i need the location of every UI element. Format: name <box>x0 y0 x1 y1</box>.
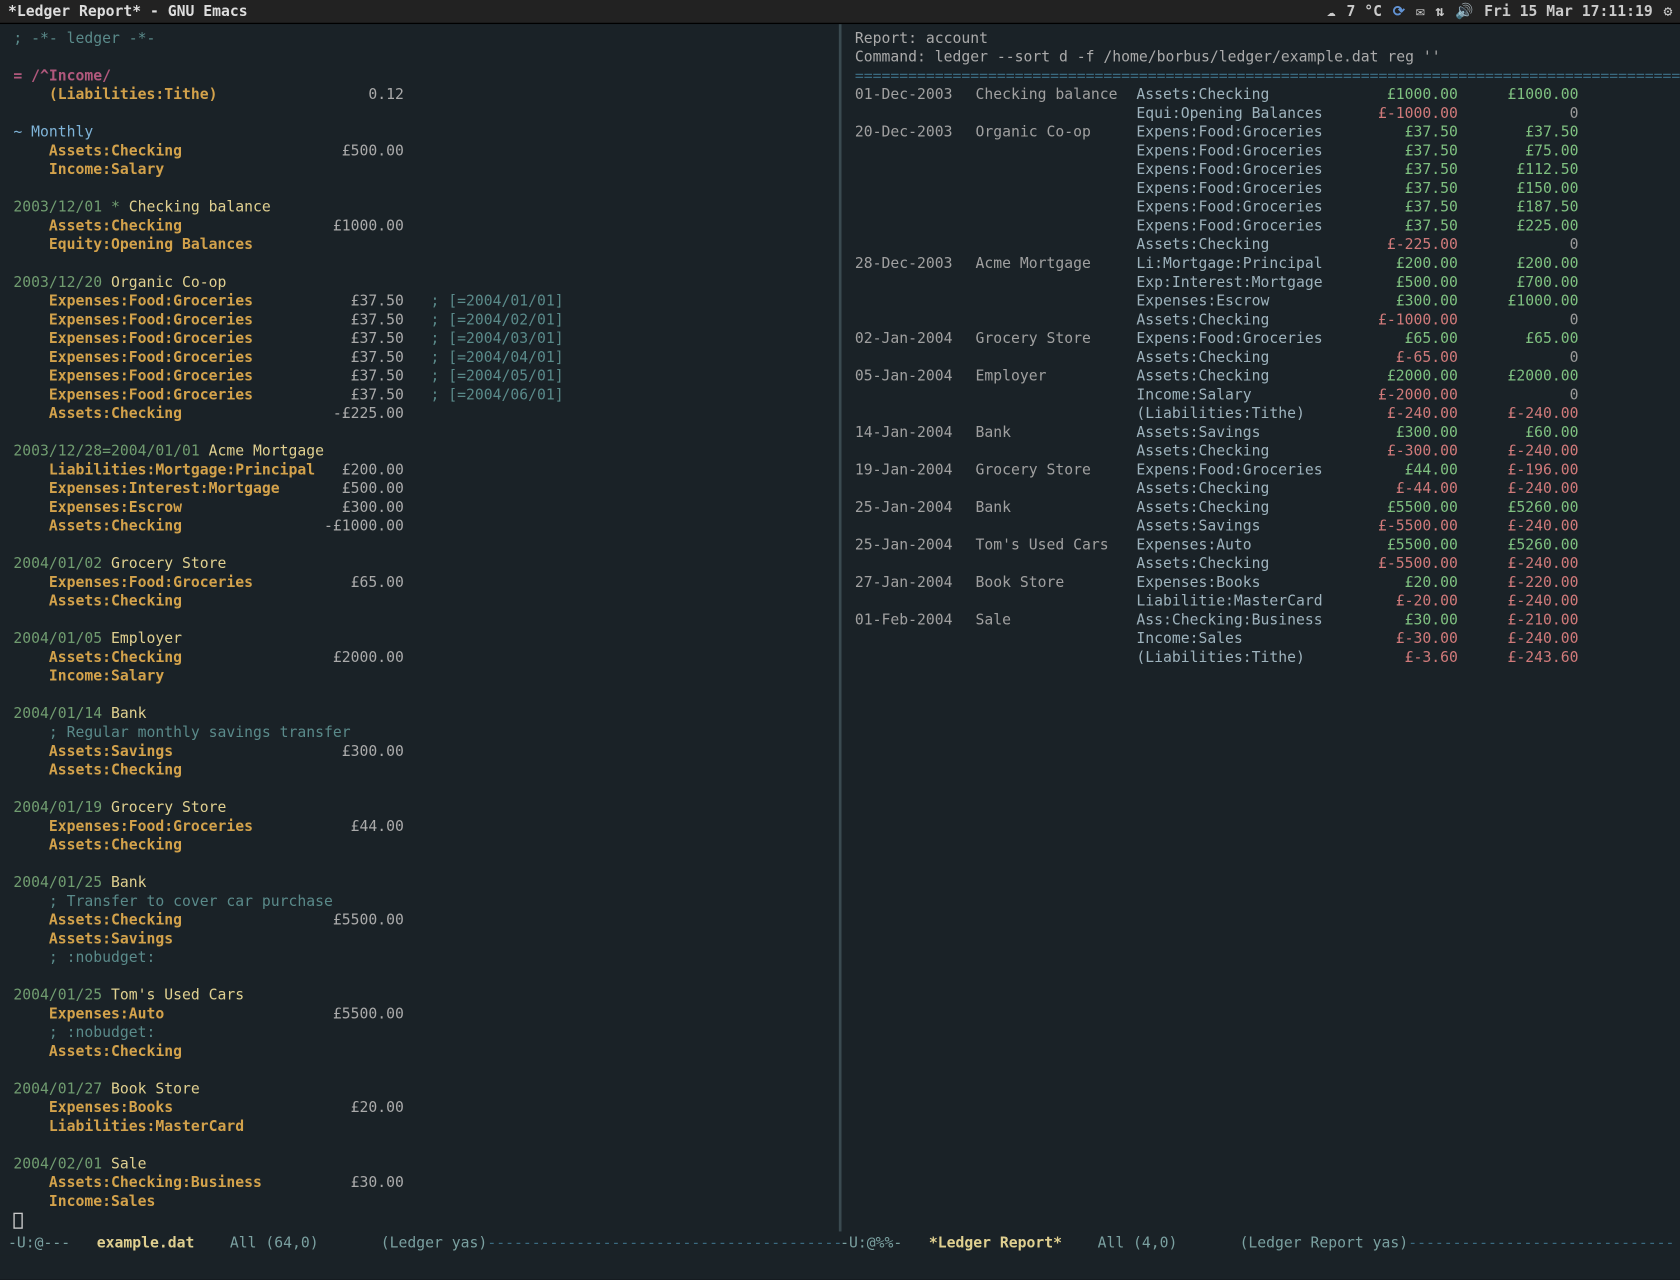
report-row: 20-Dec-2003Organic Co-opExpens:Food:Groc… <box>855 123 1672 142</box>
report-row: (Liabilities:Tithe)£-3.60£-243.60 <box>855 649 1672 668</box>
report-row: (Liabilities:Tithe)£-240.00£-240.00 <box>855 405 1672 424</box>
report-row: Expens:Food:Groceries£37.50£187.50 <box>855 198 1672 217</box>
clock-text: Fri 15 Mar 17:11:19 <box>1484 2 1653 21</box>
report-row: Liabilitie:MasterCard£-20.00£-240.00 <box>855 592 1672 611</box>
report-row: 25-Jan-2004Tom's Used CarsExpenses:Auto£… <box>855 536 1672 555</box>
report-row: 25-Jan-2004BankAssets:Checking£5500.00£5… <box>855 498 1672 517</box>
report-row: 02-Jan-2004Grocery StoreExpens:Food:Groc… <box>855 330 1672 349</box>
report-row: Assets:Savings£-5500.00£-240.00 <box>855 517 1672 536</box>
report-row: Expens:Food:Groceries£37.50£225.00 <box>855 217 1672 236</box>
weather-icon: ☁ <box>1327 2 1336 21</box>
weather-text: 7 °C <box>1347 2 1383 21</box>
report-row: Assets:Checking£-44.00£-240.00 <box>855 480 1672 499</box>
report-row: Assets:Checking£-300.00£-240.00 <box>855 442 1672 461</box>
report-row: 14-Jan-2004BankAssets:Savings£300.00£60.… <box>855 423 1672 442</box>
mode-line-left: -U:@--- example.dat All (64,0) (Ledger y… <box>8 1234 840 1255</box>
report-row: 01-Dec-2003Checking balanceAssets:Checki… <box>855 86 1672 105</box>
volume-icon[interactable]: 🔊 <box>1455 2 1473 21</box>
report-row: Income:Salary£-2000.000 <box>855 386 1672 405</box>
report-row: 19-Jan-2004Grocery StoreExpens:Food:Groc… <box>855 461 1672 480</box>
report-row: Expens:Food:Groceries£37.50£75.00 <box>855 142 1672 161</box>
report-row: Income:Sales£-30.00£-240.00 <box>855 630 1672 649</box>
system-tray: ☁ 7 °C ⟳ ✉ ⇅ 🔊 Fri 15 Mar 17:11:19 ⚙ <box>1327 2 1672 21</box>
report-row: Expens:Food:Groceries£37.50£112.50 <box>855 161 1672 180</box>
report-row: Assets:Checking£-225.000 <box>855 236 1672 255</box>
report-row: 01-Feb-2004SaleAss:Checking:Business£30.… <box>855 611 1672 630</box>
report-row: 27-Jan-2004Book StoreExpenses:Books£20.0… <box>855 574 1672 593</box>
gear-icon[interactable]: ⚙ <box>1663 2 1672 21</box>
network-icon[interactable]: ⇅ <box>1435 2 1444 21</box>
mode-line-right: -U:@%%- *Ledger Report* All (4,0) (Ledge… <box>840 1234 1672 1255</box>
minibuffer[interactable] <box>0 1256 1680 1280</box>
report-row: Expenses:Escrow£300.00£1000.00 <box>855 292 1672 311</box>
mail-icon[interactable]: ✉ <box>1416 2 1425 21</box>
report-row: 05-Jan-2004EmployerAssets:Checking£2000.… <box>855 367 1672 386</box>
report-row: Expens:Food:Groceries£37.50£150.00 <box>855 180 1672 199</box>
mode-line-row: -U:@--- example.dat All (64,0) (Ledger y… <box>0 1231 1680 1255</box>
report-row: Exp:Interest:Mortgage£500.00£700.00 <box>855 273 1672 292</box>
right-buffer[interactable]: Report: account Command: ledger --sort d… <box>842 24 1680 1231</box>
report-row: 28-Dec-2003Acme MortgageLi:Mortgage:Prin… <box>855 255 1672 274</box>
left-buffer[interactable]: ; -*- ledger -*- = /^Income/ (Liabilitie… <box>0 24 839 1231</box>
window-titlebar: *Ledger Report* - GNU Emacs ☁ 7 °C ⟳ ✉ ⇅… <box>0 0 1680 24</box>
refresh-icon[interactable]: ⟳ <box>1393 2 1405 21</box>
report-row: Assets:Checking£-65.000 <box>855 348 1672 367</box>
report-row: Equi:Opening Balances£-1000.000 <box>855 105 1672 124</box>
window-title: *Ledger Report* - GNU Emacs <box>8 2 1327 21</box>
report-row: Assets:Checking£-1000.000 <box>855 311 1672 330</box>
report-row: Assets:Checking£-5500.00£-240.00 <box>855 555 1672 574</box>
